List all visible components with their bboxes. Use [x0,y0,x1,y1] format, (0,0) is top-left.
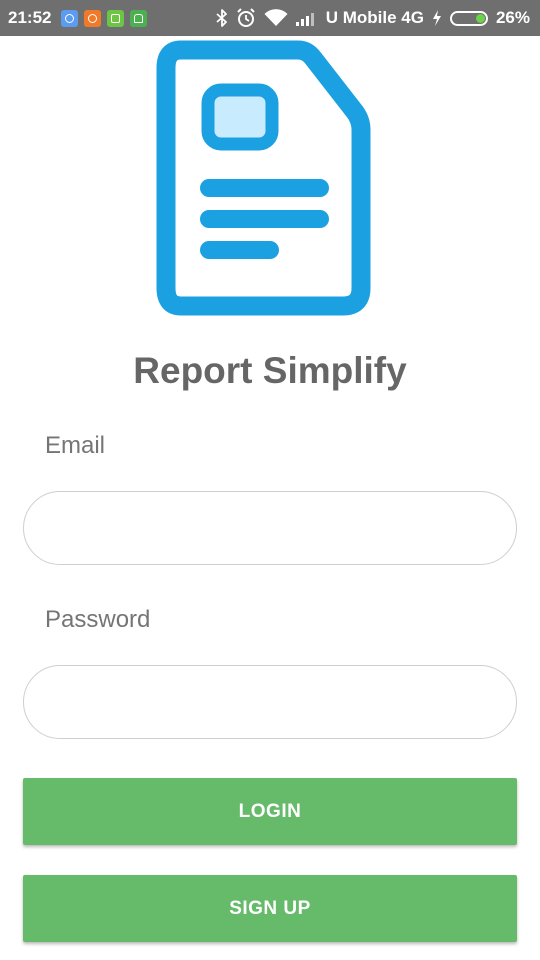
app-title: Report Simplify [133,350,407,391]
email-label: Email [45,432,106,459]
email-field[interactable] [23,491,517,565]
status-bar-right: U Mobile 4G 26% [216,8,530,28]
document-image-block [201,83,279,151]
status-bar-left: 21:52 [8,8,148,28]
status-time: 21:52 [8,8,52,27]
app-notification-icon [107,9,125,27]
game-notification-icon [84,9,102,27]
login-button[interactable]: LOGIN [23,778,517,845]
browser-notification-icon [61,9,79,27]
password-field[interactable] [23,665,517,739]
carrier-label: U Mobile 4G [325,8,424,27]
battery-icon [449,10,488,26]
charging-icon [432,10,442,26]
wifi-icon [264,9,288,27]
bluetooth-icon [216,9,228,27]
android-notification-icon [130,9,148,27]
password-label: Password [45,606,151,633]
alarm-icon [236,8,256,28]
document-icon [156,40,371,316]
signal-icon [295,10,318,26]
battery-percent: 26% [495,8,530,27]
status-bar: 21:52 U Mobile 4G 26% [0,0,540,36]
signup-button[interactable]: SIGN UP [23,875,517,942]
battery-fill [476,13,485,23]
